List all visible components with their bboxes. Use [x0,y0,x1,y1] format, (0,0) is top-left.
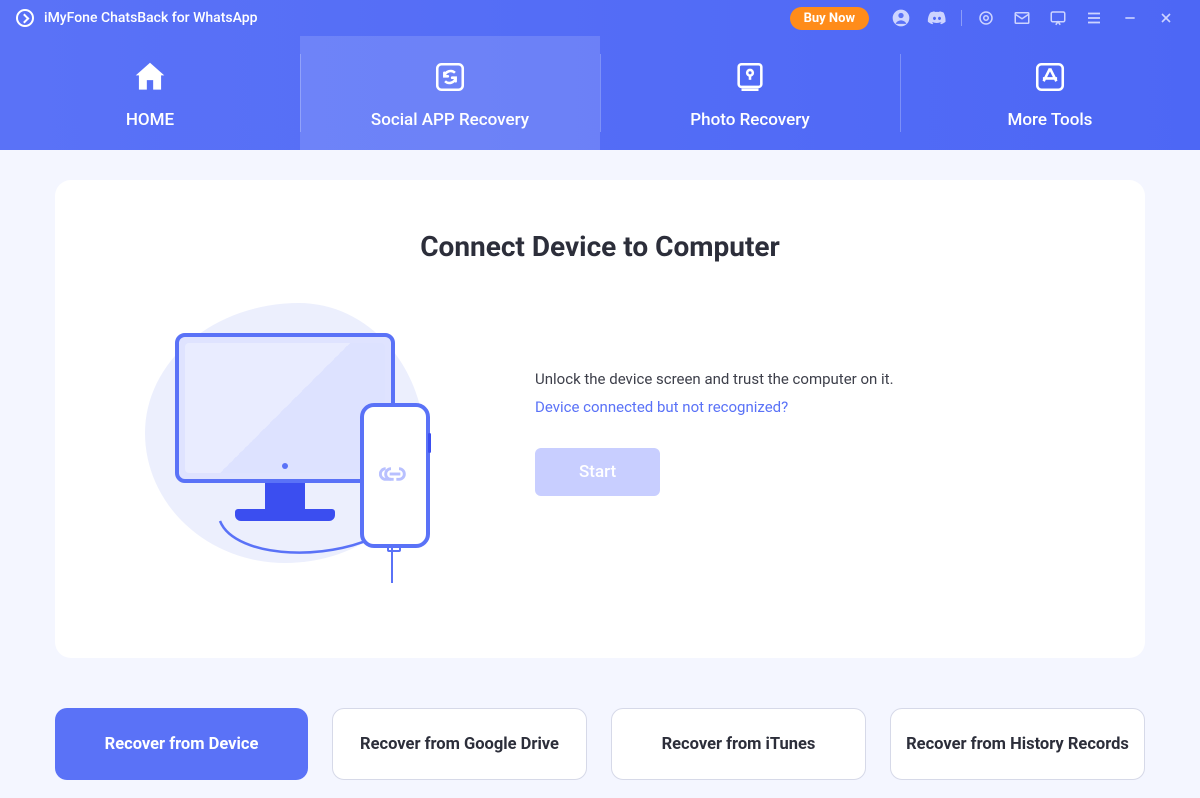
refresh-app-icon [429,56,471,98]
minimize-button[interactable] [1120,8,1140,28]
close-button[interactable] [1156,8,1176,28]
start-button[interactable]: Start [535,448,660,496]
app-logo-icon [16,9,34,27]
link-icon [379,464,411,488]
option-recover-from-device[interactable]: Recover from Device [55,708,308,780]
menu-icon[interactable] [1084,8,1104,28]
nav-tabs: HOME Social APP Recovery Photo Recovery … [0,36,1200,150]
instruction-panel: Unlock the device screen and trust the c… [495,370,1085,496]
option-recover-from-itunes[interactable]: Recover from iTunes [611,708,866,780]
instruction-text: Unlock the device screen and trust the c… [535,370,1085,388]
tab-label: Photo Recovery [690,110,809,130]
home-icon [129,56,171,98]
option-recover-from-google-drive[interactable]: Recover from Google Drive [332,708,587,780]
tab-label: HOME [126,110,174,130]
tab-photo-recovery[interactable]: Photo Recovery [600,36,900,150]
target-icon[interactable] [976,8,996,28]
discord-icon[interactable] [927,8,947,28]
buy-now-button[interactable]: Buy Now [790,7,869,30]
appstore-icon [1029,56,1071,98]
tab-label: Social APP Recovery [371,110,529,130]
main-card: Connect Device to Computer Unlock the de… [55,180,1145,658]
troubleshoot-link[interactable]: Device connected but not recognized? [535,398,1085,416]
tab-label: More Tools [1008,110,1093,130]
title-bar: iMyFone ChatsBack for WhatsApp Buy Now [0,0,1200,36]
mail-icon[interactable] [1012,8,1032,28]
connect-illustration [115,293,495,573]
separator [961,10,962,26]
account-icon[interactable] [891,8,911,28]
recovery-options: Recover from Device Recover from Google … [0,708,1200,780]
page-title: Connect Device to Computer [115,230,1085,263]
photo-icon [729,56,771,98]
tab-social-app-recovery[interactable]: Social APP Recovery [300,36,600,150]
tab-more-tools[interactable]: More Tools [900,36,1200,150]
option-recover-from-history-records[interactable]: Recover from History Records [890,708,1145,780]
app-title: iMyFone ChatsBack for WhatsApp [44,10,258,26]
feedback-icon[interactable] [1048,8,1068,28]
tab-home[interactable]: HOME [0,36,300,150]
